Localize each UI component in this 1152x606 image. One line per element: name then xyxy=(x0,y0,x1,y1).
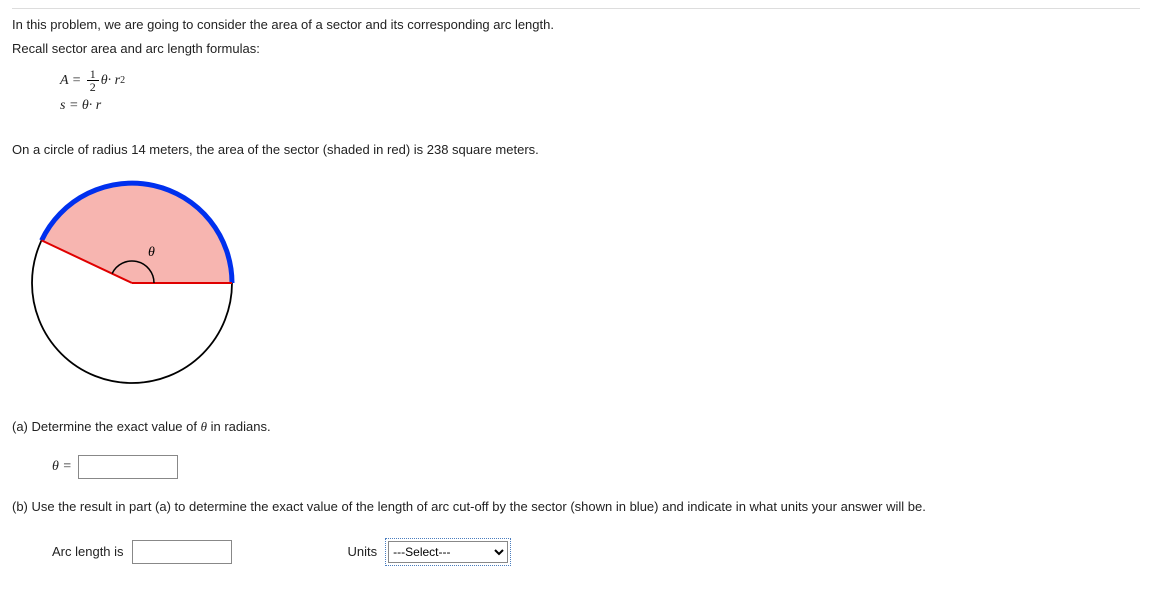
area-formula: A = 1 2 θ· r 2 xyxy=(60,68,1140,93)
fraction-denominator: 2 xyxy=(87,81,99,93)
units-label: Units xyxy=(348,542,378,562)
sector-svg: θ xyxy=(22,178,242,388)
intro-line-2: Recall sector area and arc length formul… xyxy=(12,39,1140,59)
part-b-prompt: (b) Use the result in part (a) to determ… xyxy=(12,499,926,514)
arc-formula: s = θ· r xyxy=(60,95,1140,116)
area-rhs: θ· r xyxy=(101,70,120,91)
theta-equals-label: θ = xyxy=(52,456,72,477)
part-a-prompt-prefix: (a) Determine the exact value of xyxy=(12,419,201,434)
fraction-one-half: 1 2 xyxy=(87,68,99,93)
formulas-block: A = 1 2 θ· r 2 s = θ· r xyxy=(60,68,1140,116)
top-divider xyxy=(12,8,1140,9)
theta-label: θ xyxy=(148,245,155,260)
arc-length-input[interactable] xyxy=(132,540,232,564)
units-select[interactable]: ---Select--- xyxy=(388,541,508,563)
part-b-answer-row: Arc length is Units ---Select--- xyxy=(52,538,1140,566)
units-select-wrap: ---Select--- xyxy=(385,538,511,566)
part-b: (b) Use the result in part (a) to determ… xyxy=(12,497,1140,567)
theta-input[interactable] xyxy=(78,455,178,479)
area-lhs: A = xyxy=(60,70,81,91)
part-a-prompt-suffix: in radians. xyxy=(207,419,271,434)
arc-length-label: Arc length is xyxy=(52,542,124,562)
part-a-answer-row: θ = xyxy=(52,455,1140,479)
intro-line-1: In this problem, we are going to conside… xyxy=(12,15,1140,35)
area-exponent: 2 xyxy=(120,73,125,88)
circle-diagram: θ xyxy=(22,178,1140,394)
sector-fill xyxy=(42,183,232,283)
part-a: (a) Determine the exact value of θ in ra… xyxy=(12,417,1140,479)
problem-statement: On a circle of radius 14 meters, the are… xyxy=(12,140,1140,160)
